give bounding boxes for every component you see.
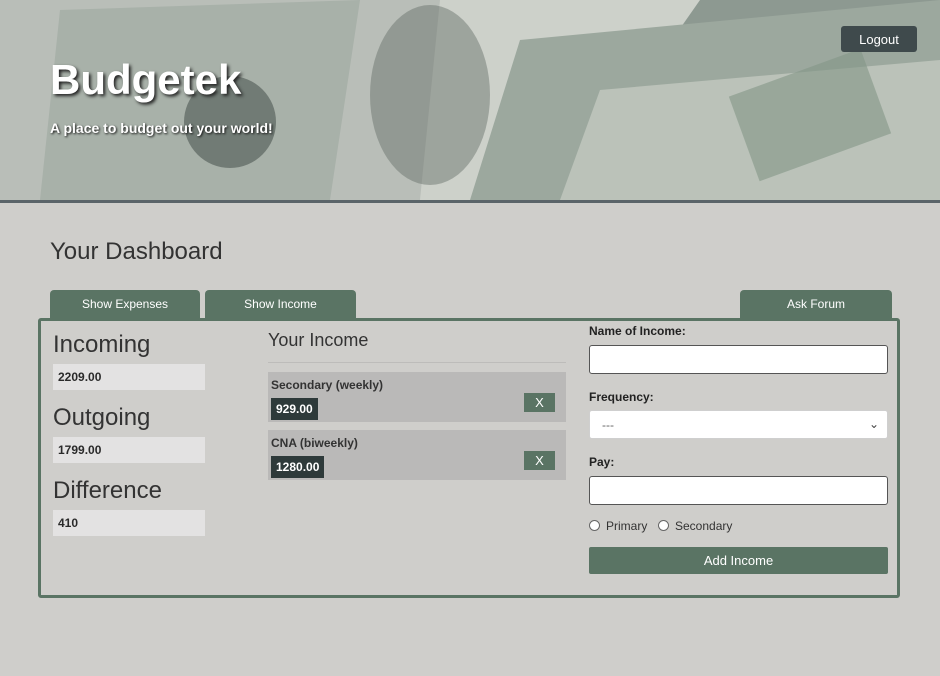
chevron-down-icon: ⌄ [868, 417, 879, 431]
frequency-select[interactable]: --- ⌄ [589, 410, 888, 439]
radio-primary-label: Primary [606, 519, 648, 533]
incoming-heading: Incoming [53, 331, 151, 358]
incoming-value: 2209.00 [53, 364, 205, 390]
divider [268, 362, 566, 363]
radio-secondary[interactable] [658, 520, 669, 531]
pay-input[interactable] [589, 476, 888, 505]
page-title: Your Dashboard [50, 238, 223, 265]
logout-button[interactable]: Logout [841, 26, 917, 52]
income-item-amount: 929.00 [271, 398, 318, 420]
pay-label: Pay: [589, 455, 615, 469]
income-item-name: Secondary (weekly) [271, 378, 384, 392]
name-of-income-input[interactable] [589, 345, 888, 374]
name-of-income-label: Name of Income: [589, 324, 686, 338]
difference-heading: Difference [53, 477, 162, 504]
outgoing-heading: Outgoing [53, 404, 151, 431]
tab-show-income[interactable]: Show Income [205, 290, 356, 318]
income-item-name: CNA (biweekly) [271, 436, 358, 450]
frequency-label: Frequency: [589, 390, 654, 404]
brand-title: Budgetek [50, 56, 242, 103]
delete-income-button[interactable]: X [524, 451, 555, 470]
brand-tagline: A place to budget out your world! [50, 120, 273, 136]
income-list-title: Your Income [268, 330, 369, 350]
income-item: Secondary (weekly) 929.00 X [268, 372, 566, 422]
radio-secondary-label: Secondary [675, 519, 733, 533]
tab-ask-forum[interactable]: Ask Forum [740, 290, 892, 318]
add-income-button[interactable]: Add Income [589, 547, 888, 574]
income-item-amount: 1280.00 [271, 456, 325, 478]
income-item: CNA (biweekly) 1280.00 X [268, 430, 566, 480]
radio-primary[interactable] [589, 520, 600, 531]
frequency-selected-value: --- [602, 417, 614, 432]
delete-income-button[interactable]: X [524, 393, 555, 412]
difference-value: 410 [53, 510, 205, 536]
header-banner: Budgetek A place to budget out your worl… [0, 0, 940, 203]
outgoing-value: 1799.00 [53, 437, 205, 463]
tab-show-expenses[interactable]: Show Expenses [50, 290, 200, 318]
